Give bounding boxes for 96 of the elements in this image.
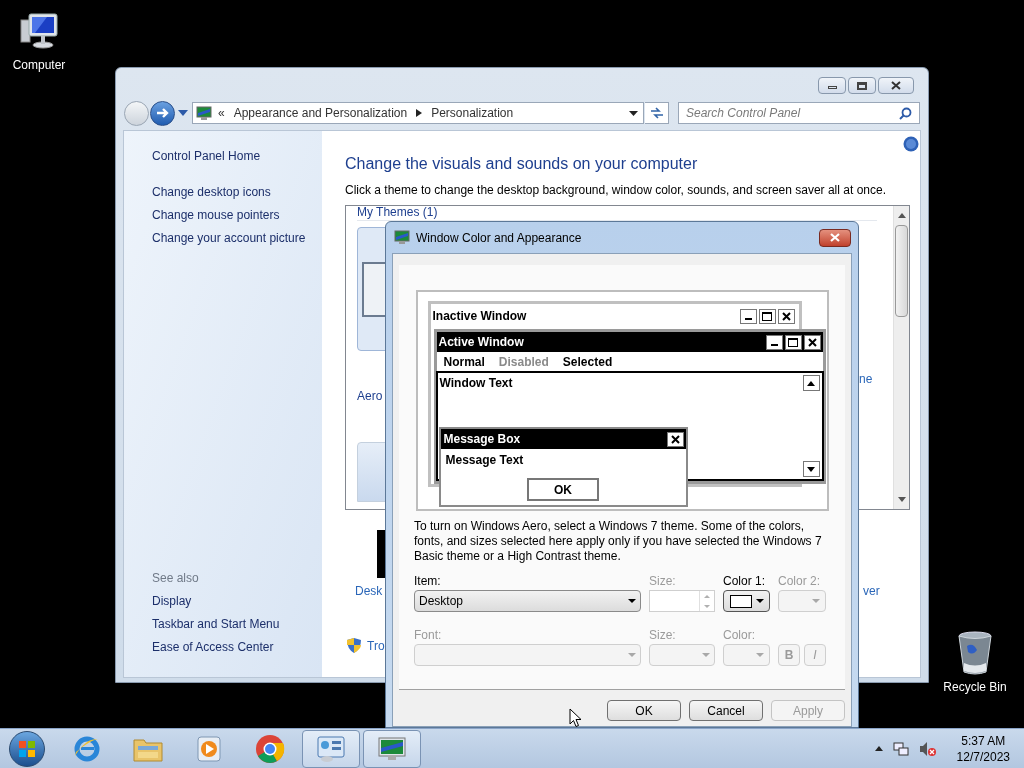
refresh-icon (649, 107, 664, 119)
scroll-up-button[interactable] (802, 375, 820, 391)
sidebar-link[interactable]: Change mouse pointers (152, 206, 322, 229)
address-bar[interactable]: « Appearance and Personalization Personalization (192, 102, 644, 124)
color-picker[interactable] (723, 590, 770, 612)
chevron-right-icon (416, 109, 423, 117)
play-icon (195, 733, 223, 764)
dropdown[interactable]: Desktop (414, 590, 641, 612)
sidebar-link[interactable]: Display (152, 592, 322, 615)
search-icon (899, 106, 912, 120)
field-label: Color 1: (723, 573, 767, 587)
dropdown-arrow-icon (629, 110, 638, 116)
dropdown-arrow-icon (756, 653, 764, 657)
network-icon[interactable] (892, 740, 909, 757)
link-fragment[interactable]: Tro (367, 637, 385, 655)
window-text: Window Text (439, 376, 513, 390)
desktop-icon-label[interactable]: Recycle Bin (943, 678, 1007, 696)
round-logo-icon (254, 732, 286, 765)
sidebar-link[interactable]: Change your account picture (152, 229, 322, 252)
close-icon (670, 434, 680, 444)
menu-item[interactable]: Normal (443, 352, 485, 371)
field-label: Color: (723, 627, 756, 641)
dropdown-arrow-icon (812, 599, 820, 603)
menu-item[interactable]: Selected (562, 352, 613, 371)
dropdown-arrow-icon[interactable] (178, 110, 188, 116)
menu-item[interactable]: Disabled (498, 352, 549, 371)
field-label: Size: (649, 627, 677, 641)
page-description: Click a theme to change the desktop background, window color, sounds, and screen saver all at once. (345, 182, 887, 199)
link-fragment[interactable]: ver (863, 582, 880, 600)
ok-button[interactable]: OK (527, 478, 599, 501)
monitor-icon (196, 105, 212, 121)
scrollbar[interactable] (893, 206, 909, 509)
taskbar-button[interactable] (302, 729, 360, 768)
minimize-button[interactable] (818, 77, 846, 94)
scroll-down-icon (807, 466, 815, 472)
link-fragment[interactable]: ne (859, 370, 873, 388)
dropdown-arrow-icon (628, 653, 636, 657)
close-button[interactable] (819, 228, 851, 247)
maximize-button[interactable] (848, 77, 876, 94)
dialog-button[interactable]: OK (607, 700, 681, 721)
aero-note: To turn on Windows Aero, select a Windows 7 theme. Some of the colors, fonts, and sizes selected here apply only if you have selected the Windows 7 Basic theme or a High Contrast theme. (414, 519, 823, 564)
scroll-down-icon (897, 497, 906, 502)
spin-down-icon (704, 604, 710, 608)
close-icon (807, 337, 817, 347)
trash-bin-icon[interactable] (955, 630, 995, 676)
window-title: Inactive Window (432, 308, 527, 325)
sidebar-link[interactable]: Change desktop icons (152, 183, 322, 206)
window-title: Active Window (438, 334, 524, 351)
sidebar-link[interactable]: Taskbar and Start Menu (152, 615, 322, 638)
start-button[interactable] (9, 730, 45, 767)
breadcrumb-item[interactable]: Appearance and Personalization (230, 104, 411, 122)
message-text: Message Text (444, 452, 525, 469)
dropdown-arrow-icon (628, 599, 636, 603)
window-title: Message Box (443, 431, 521, 448)
scroll-down-button[interactable] (802, 461, 820, 477)
link-fragment[interactable]: Desk (355, 582, 383, 600)
clock-date[interactable]: 12/7/2023 (956, 748, 1010, 765)
breadcrumb-item[interactable]: Personalization (428, 104, 517, 122)
forward-button[interactable] (150, 100, 175, 126)
arrow-right-icon (155, 107, 170, 119)
field-label: Item: (414, 573, 442, 587)
monitor-icon (394, 230, 410, 245)
panel-icon (315, 733, 347, 764)
window-title: Window Color and Appearance (416, 229, 582, 247)
close-icon (781, 311, 791, 321)
tray-arrow-icon[interactable] (874, 746, 883, 751)
help-icon[interactable] (903, 136, 919, 152)
see-also-heading: See also (152, 570, 200, 587)
dialog-button[interactable]: Cancel (689, 700, 763, 721)
spin-up-icon (704, 594, 710, 598)
dropdown-arrow-icon (756, 599, 764, 603)
field-label: Color 2: (778, 573, 822, 587)
close-icon (830, 233, 840, 242)
refresh-button[interactable] (645, 102, 669, 124)
group-heading: Aero (357, 388, 383, 405)
desktop-icon-label[interactable]: Computer (12, 56, 66, 74)
mouse-cursor-icon (569, 708, 582, 728)
search-field[interactable]: Search Control Panel (678, 102, 920, 124)
scroll-up-icon (897, 213, 906, 218)
field-label: Font: (414, 627, 443, 641)
field-label: Size: (649, 573, 677, 587)
sidebar-link[interactable]: Control Panel Home (152, 147, 322, 170)
close-icon (891, 81, 901, 90)
close-button[interactable] (878, 77, 914, 94)
flag-logo-icon (18, 739, 36, 758)
muted-speaker-icon[interactable] (918, 740, 937, 757)
shield-icon (346, 637, 362, 654)
breadcrumb-prefix[interactable]: « (218, 104, 225, 122)
color-swatch (730, 594, 752, 608)
page-heading: Change the visuals and sounds on your computer (345, 154, 699, 174)
sidebar-link[interactable]: Ease of Access Center (152, 638, 322, 661)
dropdown-arrow-icon (702, 653, 710, 657)
clock-time[interactable]: 5:37 AM (961, 732, 1006, 749)
taskbar-button[interactable] (363, 729, 421, 768)
scroll-up-icon (807, 380, 815, 386)
scrollbar-thumb[interactable] (895, 225, 908, 317)
